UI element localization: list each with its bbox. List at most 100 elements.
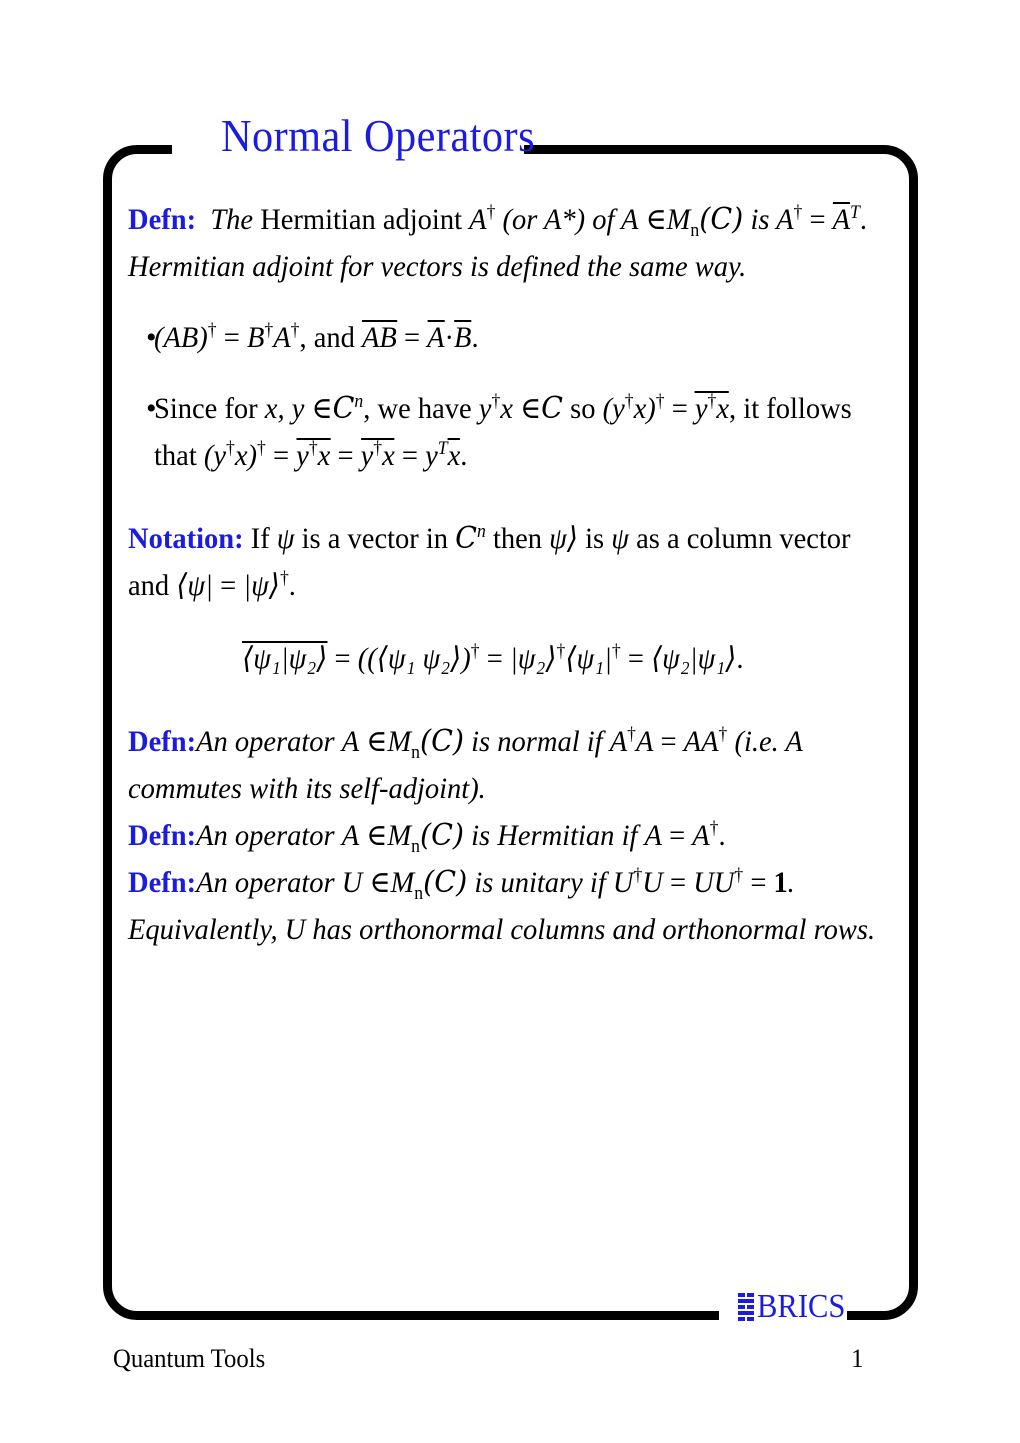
text-if: if	[621, 819, 638, 852]
list-item: • (AB)† = B†A†, and AB = A·B.	[128, 314, 896, 361]
defn-unitary-line: Defn:An operator U ∈Mn(C) is unitary if …	[128, 859, 858, 906]
bullet-2-line-2: that (y†x)† = y†x = y†x = yTx.	[154, 432, 859, 479]
symbol-C: C	[541, 391, 564, 426]
period: .	[718, 819, 726, 852]
symbol-member: ∈	[311, 392, 333, 425]
bullet-marker: •	[146, 321, 157, 354]
expr-yT-xbar: yTx	[425, 438, 461, 472]
expr-UU-dagger: UU†	[693, 865, 744, 899]
period: .	[736, 642, 744, 675]
symbol-member: ∈	[369, 866, 391, 899]
definition-normal-operator: Defn:An operator A ∈Mn(C) is normal if A…	[128, 718, 896, 812]
expr-bra1-dagger: ⟨ψ₁|†	[565, 641, 621, 675]
conjunction-and: , and	[299, 321, 355, 354]
symbol-equals: =	[809, 203, 826, 236]
symbol-equals-2: =	[750, 866, 767, 899]
text-if: if	[589, 866, 606, 899]
symbol-ket-psi: ψ⟩	[549, 522, 578, 555]
bullet-2-line-1: Since for x, y ∈Cn, we have y†x ∈C so (y…	[154, 385, 859, 432]
notation-line-1: Notation: If ψ is a vector in Cn then ψ⟩…	[128, 515, 858, 562]
symbol-equals-2: =	[486, 642, 503, 675]
symbol-equals: =	[669, 819, 686, 852]
defn-adjoint-phrase: Hermitian adjoint	[260, 203, 463, 236]
text-is-unitary: is unitary	[474, 866, 583, 899]
text-that: that	[154, 439, 197, 472]
text-ie-A: (i.e. A	[734, 725, 803, 758]
symbol-equals: =	[334, 642, 351, 675]
page-title: Normal Operators	[220, 110, 536, 161]
symbol-member: ∈	[366, 725, 388, 758]
list-item: • Since for x, y ∈Cn, we have y†x ∈C so …	[128, 385, 896, 479]
symbol-equals: =	[223, 321, 240, 354]
text-an-operator: An operator	[196, 725, 335, 758]
symbol-x-y: x, y	[264, 392, 305, 425]
text-then: then	[492, 522, 543, 555]
footer-page-number: 1	[851, 1344, 864, 1373]
text-and: and	[128, 569, 170, 602]
symbol-A: A	[621, 203, 639, 236]
symbol-Mn-C: Mn(C)	[666, 202, 744, 241]
expr-inner-product-bar: ⟨ψ₁|ψ₂⟩	[242, 641, 328, 675]
slide-footer: Quantum Tools 1	[113, 1344, 864, 1374]
symbol-bra-psi: ⟨ψ|	[176, 569, 213, 602]
symbol-C-n: Cn	[332, 391, 364, 426]
notation-block: Notation: If ψ is a vector in Cn then ψ⟩…	[128, 515, 896, 609]
defn-adjoint-line-2: Hermitian adjoint for vectors is defined…	[128, 250, 747, 283]
symbol-A-dagger: A†	[469, 202, 496, 236]
expr-Bdag-Adag: B†A†	[246, 320, 300, 354]
defn-adjoint-is: is	[750, 203, 770, 236]
symbol-equals-3: =	[627, 642, 644, 675]
bullet-1-text: (AB)† = B†A†, and AB = A·B.	[154, 314, 859, 361]
text-so: so	[570, 392, 596, 425]
text-if: if	[586, 725, 603, 758]
symbol-ket-psi-dagger: |ψ⟩†	[243, 568, 289, 602]
text-since-for: Since for	[154, 392, 258, 425]
defn-adjoint-line-1: Defn: The Hermitian adjoint A† (or A*) o…	[128, 196, 867, 243]
symbol-equals: =	[660, 725, 677, 758]
text-we-have: , we have	[363, 392, 472, 425]
symbol-member: ∈	[645, 203, 667, 236]
period: .	[859, 203, 868, 236]
symbol-member: ∈	[366, 819, 388, 852]
text-an-operator: An operator	[196, 866, 335, 899]
period: .	[471, 321, 479, 354]
closing-statement: Equivalently, U has orthonormal columns …	[128, 913, 876, 946]
expr-ket2-dagger: |ψ₂⟩†	[509, 641, 566, 675]
text-if: If	[250, 522, 270, 555]
expr-ydagx-bar-2: y†x	[296, 438, 331, 472]
text-as-column-vector: as a column vector	[636, 522, 851, 555]
expr-B-bar: B	[454, 320, 472, 354]
text-is: is	[585, 522, 605, 555]
definition-hermitian-operator: Defn:An operator A ∈Mn(C) is Hermitian i…	[128, 812, 896, 859]
notation-keyword: Notation:	[128, 522, 244, 555]
expr-inner-product-swapped: ⟨ψ₂|ψ₁⟩	[651, 642, 737, 675]
symbol-Mn-C: Mn(C)	[387, 724, 465, 763]
expr-ydag-bar-x-bar: y†x	[360, 438, 395, 472]
expr-AB-bar: AB	[361, 320, 397, 354]
text-is-a-vector-in: is a vector in	[301, 522, 449, 555]
symbol-equals: =	[272, 439, 290, 472]
symbol-equals: =	[220, 569, 237, 602]
symbol-equals: =	[670, 866, 687, 899]
expr-Adag-A: A†A	[609, 724, 654, 758]
defn-keyword: Defn:	[128, 819, 197, 852]
defn-normal-line-1: Defn:An operator A ∈Mn(C) is normal if A…	[128, 718, 858, 765]
defn-hermitian-line: Defn:An operator A ∈Mn(C) is Hermitian i…	[128, 812, 858, 859]
expr-AB-dagger: (AB)†	[154, 320, 217, 354]
defn-keyword: Defn:	[128, 725, 197, 758]
display-equation: ⟨ψ₁|ψ₂⟩ = ((⟨ψ₁ ψ₂⟩)† = |ψ₂⟩†⟨ψ₁|† = ⟨ψ₂…	[128, 635, 858, 682]
brics-wordmark: BRICS	[757, 1288, 846, 1325]
symbol-equals: =	[671, 392, 688, 425]
slide-content: Defn: The Hermitian adjoint A† (or A*) o…	[128, 196, 896, 953]
symbol-psi: ψ	[276, 522, 295, 555]
defn-normal-line-2: commutes with its self-adjoint).	[128, 772, 486, 805]
expr-ydagx-dagger-2: (y†x)†	[203, 438, 266, 472]
text-an-operator: An operator	[196, 819, 335, 852]
defn-keyword: Defn:	[128, 203, 197, 236]
expr-bra-pair-dagger: ((⟨ψ₁ ψ₂⟩)†	[357, 641, 480, 675]
symbol-A-lhs: A	[644, 819, 662, 852]
period: .	[786, 866, 794, 899]
brics-bars-icon	[738, 1293, 754, 1321]
definition-unitary-operator: Defn:An operator U ∈Mn(C) is unitary if …	[128, 859, 896, 906]
defn-adjoint-paren: (or A*) of	[502, 203, 615, 236]
